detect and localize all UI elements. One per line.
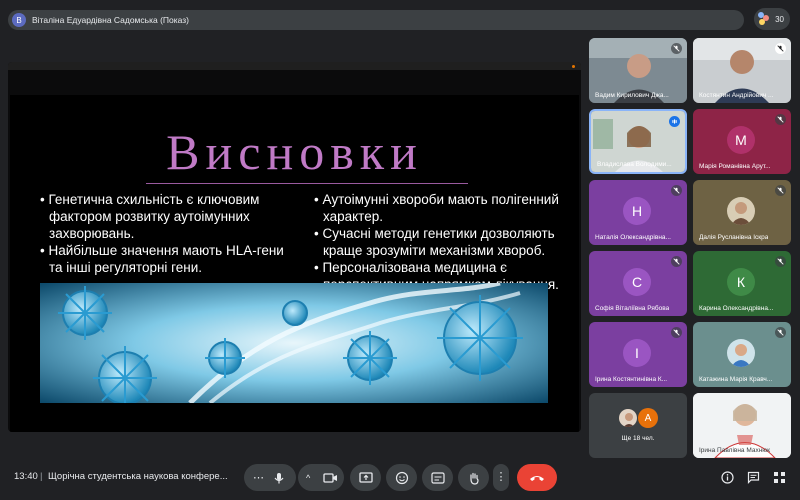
more-participants-tile[interactable]: А Ще 18 чел. <box>589 393 687 458</box>
leave-call-button[interactable] <box>517 464 557 491</box>
participant-tile[interactable]: Катажина Марія Кравч... <box>693 322 791 387</box>
participant-avatar: А <box>638 408 658 428</box>
participant-name: Далія Русланівна Іскра <box>699 234 769 241</box>
mic-off-icon <box>671 327 682 338</box>
slide-title-underline <box>146 183 468 184</box>
activities-button[interactable] <box>772 470 786 484</box>
participant-photo <box>618 408 638 428</box>
participant-name: Вадим Кирилович Джа... <box>595 92 669 99</box>
more-vert-icon: ⋮ <box>495 471 507 483</box>
presentation-stage[interactable]: Висновки • Генетична схильність є ключов… <box>8 62 581 432</box>
participant-photo <box>727 339 755 367</box>
mic-off-icon <box>775 256 786 267</box>
presenter-label: Віталіна Едуардівна Садомська (Показ) <box>32 15 190 25</box>
raise-hand-button[interactable] <box>458 464 489 491</box>
participant-name: Софія Віталіївна Рябова <box>595 305 670 312</box>
participant-tile[interactable]: К Карина Олександрівна... <box>693 251 791 316</box>
participant-name: Ірина Костянтинівна К... <box>595 376 668 383</box>
captions-icon <box>430 471 445 484</box>
reactions-button[interactable] <box>386 464 417 491</box>
people-count-button[interactable]: 30 <box>754 8 790 30</box>
hand-icon <box>469 472 479 485</box>
slide-right-column: • Аутоімунні хвороби мають полігенний ха… <box>314 191 576 293</box>
chat-button[interactable] <box>746 470 760 484</box>
meeting-info-button[interactable] <box>720 470 734 484</box>
presenter-bar[interactable]: В Віталіна Едуардівна Садомська (Показ) <box>8 10 744 30</box>
participant-tile[interactable]: С Софія Віталіївна Рябова <box>589 251 687 316</box>
slide-bullet: • Найбільше значення мають HLA-гени та і… <box>40 243 284 275</box>
hangup-icon <box>530 475 544 481</box>
mic-control-group[interactable]: ⋯ <box>244 464 296 491</box>
slide-bullet: • Генетична схильність є ключовим фактор… <box>40 192 260 241</box>
speaking-icon <box>669 116 680 127</box>
title-separator: | <box>40 471 43 482</box>
participant-avatar: І <box>623 339 651 367</box>
participant-avatar: К <box>727 268 755 296</box>
participant-tile-speaking[interactable]: Владислава Володими... <box>589 109 687 174</box>
participant-name: Костянтин Андрійович ... <box>699 92 774 99</box>
mic-off-icon <box>775 327 786 338</box>
participant-name: Карина Олександрівна... <box>699 305 774 312</box>
participant-avatar: Н <box>623 197 651 225</box>
slide: Висновки • Генетична схильність є ключов… <box>10 95 579 432</box>
participant-tile[interactable]: Далія Русланівна Іскра <box>693 180 791 245</box>
participant-name: Катажина Марія Кравч... <box>699 376 773 383</box>
stage-header <box>8 62 581 70</box>
chat-icon <box>747 471 759 484</box>
meet-window: В Віталіна Едуардівна Садомська (Показ) … <box>0 0 800 500</box>
slide-left-column: • Генетична схильність є ключовим фактор… <box>40 191 290 276</box>
emoji-icon <box>395 471 408 484</box>
participant-name: Владислава Володими... <box>597 161 672 168</box>
participant-name: Наталія Олександрівна... <box>595 234 671 241</box>
meeting-title: Щорічна студентська наукова конфере... <box>48 471 228 482</box>
mic-off-icon <box>775 185 786 196</box>
participant-photo <box>727 197 755 225</box>
info-icon <box>720 470 734 484</box>
microphone-icon[interactable] <box>272 471 286 485</box>
chevron-up-icon[interactable]: ^ <box>306 473 310 483</box>
more-participants-label: Ще 18 чел. <box>621 435 655 442</box>
slide-bullet: • Сучасні методи генетики дозволяють кра… <box>314 226 555 258</box>
mic-off-icon <box>671 256 682 267</box>
apps-grid-icon <box>773 471 785 483</box>
more-options-button[interactable]: ⋮ <box>493 464 509 491</box>
participant-avatar: С <box>623 268 651 296</box>
presenter-avatar: В <box>12 13 26 27</box>
clock: 13:40 <box>14 471 38 482</box>
more-audio-options-icon[interactable]: ⋯ <box>253 471 264 484</box>
mic-off-icon <box>671 185 682 196</box>
participant-tile[interactable]: Костянтин Андрійович ... <box>693 38 791 103</box>
mic-off-icon <box>775 43 786 54</box>
participant-name: Ірина Павлівна Махнюк <box>699 447 771 454</box>
participant-tile[interactable]: Вадим Кирилович Джа... <box>589 38 687 103</box>
participant-tile[interactable]: М Марія Романівна Арут... <box>693 109 791 174</box>
camera-icon[interactable] <box>323 472 338 484</box>
participant-tile[interactable]: Ірина Павлівна Махнюк <box>693 393 791 458</box>
mic-off-icon <box>671 43 682 54</box>
slide-title: Висновки <box>166 124 423 180</box>
present-button[interactable] <box>350 464 381 491</box>
recording-indicator <box>572 65 575 68</box>
participant-tile[interactable]: Н Наталія Олександрівна... <box>589 180 687 245</box>
captions-button[interactable] <box>422 464 453 491</box>
people-avatars-icon <box>758 12 770 26</box>
mic-off-icon <box>775 114 786 125</box>
participant-name: Марія Романівна Арут... <box>699 163 771 170</box>
participant-avatar: М <box>727 126 755 154</box>
present-screen-icon <box>358 471 373 483</box>
slide-bullet: • Аутоімунні хвороби мають полігенний ха… <box>314 192 559 224</box>
camera-control-group[interactable]: ^ <box>298 464 344 491</box>
people-count: 30 <box>775 14 784 24</box>
virus-dna-image <box>40 283 548 403</box>
participant-tile[interactable]: І Ірина Костянтинівна К... <box>589 322 687 387</box>
